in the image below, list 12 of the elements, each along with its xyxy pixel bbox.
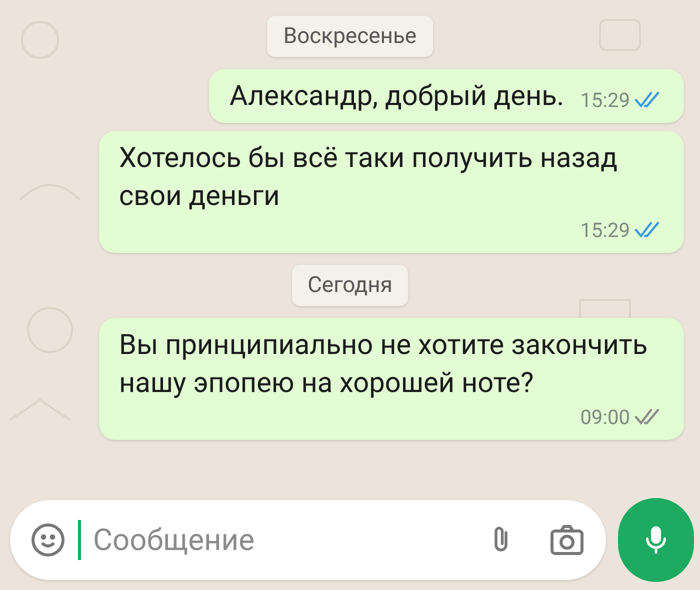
camera-icon[interactable] (548, 522, 586, 558)
date-chip: Сегодня (292, 265, 408, 306)
message-input[interactable]: Сообщение (93, 518, 474, 562)
message-text: Александр, добрый день. (229, 78, 564, 114)
date-chip: Воскресенье (267, 16, 433, 57)
message-time: 15:29 (580, 87, 630, 114)
message-field[interactable]: Сообщение (10, 500, 606, 580)
emoji-icon[interactable] (30, 522, 66, 558)
message-time: 15:29 (580, 217, 630, 244)
message-time: 09:00 (580, 404, 630, 431)
message-text: Хотелось бы всё таки получить назад свои деньги (119, 140, 619, 214)
message-text: Вы принципиально не хотите закончить нашу эпопею на хорошей ноте? (119, 327, 649, 401)
